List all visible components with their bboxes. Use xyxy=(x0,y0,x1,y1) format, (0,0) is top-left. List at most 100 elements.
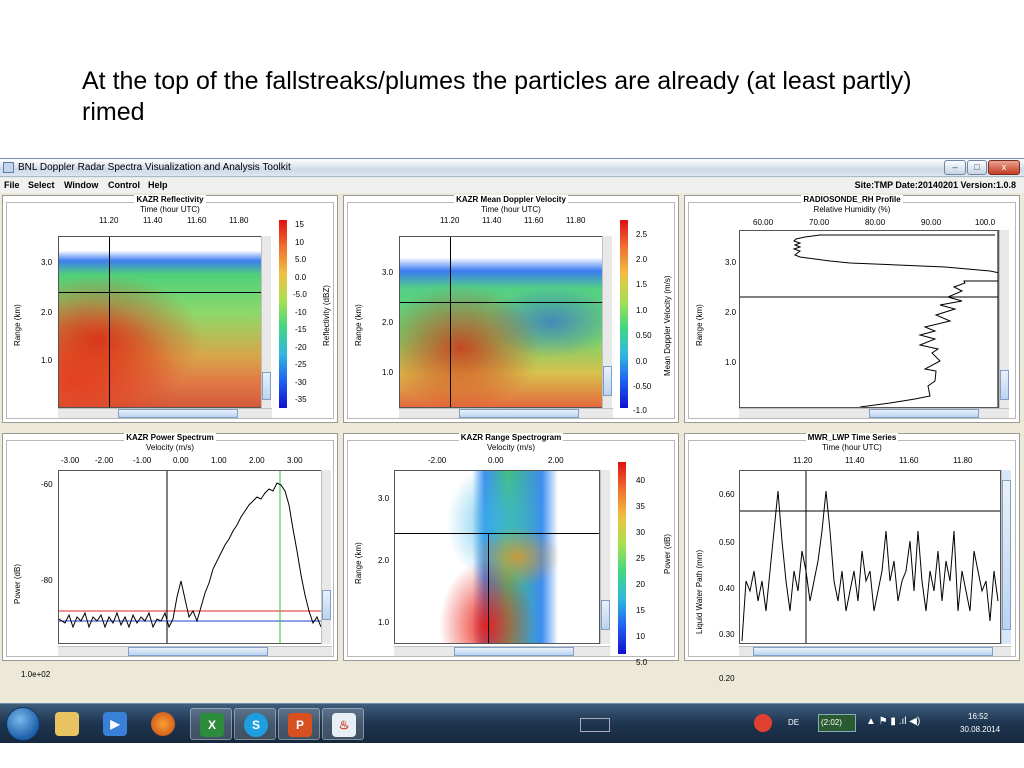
scroll-thumb[interactable] xyxy=(262,372,271,400)
panel-title: KAZR Range Spectrogram xyxy=(458,433,564,442)
slide-title: At the top of the fallstreaks/plumes the… xyxy=(82,67,912,126)
scroll-thumb[interactable] xyxy=(603,366,612,396)
tray-icons[interactable]: ▲ ⚑ ▮ .ıl ◀) xyxy=(866,716,920,727)
horizontal-scrollbar[interactable] xyxy=(394,646,610,656)
taskbar-explorer[interactable] xyxy=(46,708,88,740)
colorbar-tick: 10 xyxy=(636,632,645,641)
window-titlebar[interactable]: BNL Doppler Radar Spectra Visualization … xyxy=(0,159,1024,177)
menu-bar: File Select Window Control Help Site:TMP… xyxy=(0,178,1024,193)
taskbar-firefox[interactable] xyxy=(142,708,184,740)
colorbar-tick: 15 xyxy=(295,220,304,229)
panel-rh-profile: RADIOSONDE_RH Profile Relative Humidity … xyxy=(684,195,1020,423)
horizontal-scrollbar[interactable] xyxy=(739,408,1009,418)
language-indicator[interactable]: DE xyxy=(788,718,799,727)
scroll-thumb[interactable] xyxy=(601,600,610,630)
doppler-velocity-plot[interactable] xyxy=(399,236,603,408)
minimize-button[interactable]: – xyxy=(944,160,966,175)
range-spectrogram-plot[interactable] xyxy=(394,470,600,644)
x-tick: 11.20 xyxy=(99,216,119,225)
scroll-thumb[interactable] xyxy=(1000,370,1009,400)
colorbar-tick: 15 xyxy=(636,606,645,615)
vertical-scrollbar[interactable] xyxy=(600,470,610,644)
colorbar-tick: 40 xyxy=(636,476,645,485)
menu-help[interactable]: Help xyxy=(148,180,168,190)
x-axis-label: Velocity (m/s) xyxy=(486,443,535,452)
menu-file[interactable]: File xyxy=(4,180,20,190)
horizontal-scrollbar[interactable] xyxy=(58,646,332,656)
x-tick: 11.80 xyxy=(566,216,586,225)
colorbar-tick: 5.0 xyxy=(295,255,307,264)
y-axis-label: Range (km) xyxy=(354,304,363,346)
colorbar-tick: -0.50 xyxy=(633,382,652,391)
vertical-scrollbar[interactable] xyxy=(999,230,1009,408)
taskbar-powerpoint[interactable]: P xyxy=(278,708,320,740)
colorbar-tick: 35 xyxy=(636,502,645,511)
vertical-scrollbar[interactable] xyxy=(261,236,271,408)
colorbar-label: Reflectivity (dBZ) xyxy=(322,285,331,346)
panel-reflectivity: KAZR Reflectivity Time (hour UTC) Range … xyxy=(2,195,338,423)
x-tick: 11.40 xyxy=(845,456,865,465)
menu-control[interactable]: Control xyxy=(108,180,140,190)
network-signal-icon[interactable] xyxy=(580,718,610,732)
rh-profile-plot[interactable] xyxy=(739,230,999,408)
vertical-scrollbar[interactable] xyxy=(321,470,331,644)
y-axis-label: Range (km) xyxy=(354,542,363,584)
scroll-thumb[interactable] xyxy=(128,647,268,656)
scroll-thumb[interactable] xyxy=(869,409,979,418)
x-tick: -3.00 xyxy=(61,456,80,465)
x-tick: 0.00 xyxy=(173,456,189,465)
vertical-scrollbar[interactable] xyxy=(1001,470,1011,644)
x-tick: 11.80 xyxy=(229,216,249,225)
colorbar-tick: 20 xyxy=(636,580,645,589)
y-tick: 2.0 xyxy=(41,308,53,317)
y-tick: 3.0 xyxy=(725,258,737,267)
horizontal-scrollbar[interactable] xyxy=(58,408,272,418)
x-tick: 11.20 xyxy=(793,456,813,465)
y-tick: 3.0 xyxy=(378,494,390,503)
taskbar-java[interactable]: ♨ xyxy=(322,708,364,740)
y-tick: 3.0 xyxy=(382,268,394,277)
crosshair-horizontal xyxy=(395,533,599,534)
taskbar-media-player[interactable]: ▶ xyxy=(94,708,136,740)
clock-date[interactable]: 30.08.2014 xyxy=(960,725,1000,734)
menu-window[interactable]: Window xyxy=(64,180,98,190)
close-button[interactable]: x xyxy=(988,160,1020,175)
powerpoint-icon: P xyxy=(288,713,312,737)
media-player-icon: ▶ xyxy=(103,712,127,736)
colorbar-label: Mean Doppler Velocity (m/s) xyxy=(663,275,672,376)
colorbar-tick: -15 xyxy=(295,325,307,334)
colorbar-tick: -5.0 xyxy=(293,290,307,299)
x-tick: 11.60 xyxy=(524,216,544,225)
y-tick: 1.0 xyxy=(378,618,390,627)
scroll-thumb[interactable] xyxy=(1002,480,1011,630)
lwp-time-series-plot[interactable] xyxy=(739,470,1001,644)
menu-select[interactable]: Select xyxy=(28,180,55,190)
scroll-thumb[interactable] xyxy=(454,647,574,656)
java-icon: ♨ xyxy=(332,713,356,737)
y-tick: 2.0 xyxy=(725,308,737,317)
horizontal-scrollbar[interactable] xyxy=(739,646,1011,656)
power-spectrum-plot[interactable] xyxy=(58,470,322,644)
y-tick: -80 xyxy=(41,576,53,585)
horizontal-scrollbar[interactable] xyxy=(399,408,613,418)
taskbar-excel[interactable]: X xyxy=(190,708,232,740)
scroll-thumb[interactable] xyxy=(459,409,579,418)
vertical-scrollbar[interactable] xyxy=(602,236,612,408)
reflectivity-plot[interactable] xyxy=(58,236,262,408)
scroll-thumb[interactable] xyxy=(118,409,238,418)
alert-icon[interactable] xyxy=(754,714,772,732)
colorbar-tick: -1.0 xyxy=(633,406,647,415)
x-tick: 0.00 xyxy=(488,456,504,465)
x-tick: 2.00 xyxy=(249,456,265,465)
scroll-thumb[interactable] xyxy=(322,590,331,620)
taskbar-skype[interactable]: S xyxy=(234,708,276,740)
battery-meter[interactable]: (2:02) xyxy=(818,714,856,732)
maximize-button[interactable]: □ xyxy=(967,160,987,175)
start-orb-icon[interactable] xyxy=(6,707,40,741)
y-axis-label: Power (dB) xyxy=(13,563,22,604)
x-axis-label: Velocity (m/s) xyxy=(145,443,194,452)
scroll-thumb[interactable] xyxy=(753,647,993,656)
y-tick: 1.0e+02 xyxy=(21,670,51,679)
x-tick: 11.20 xyxy=(440,216,460,225)
clock-time[interactable]: 16:52 xyxy=(968,712,988,721)
